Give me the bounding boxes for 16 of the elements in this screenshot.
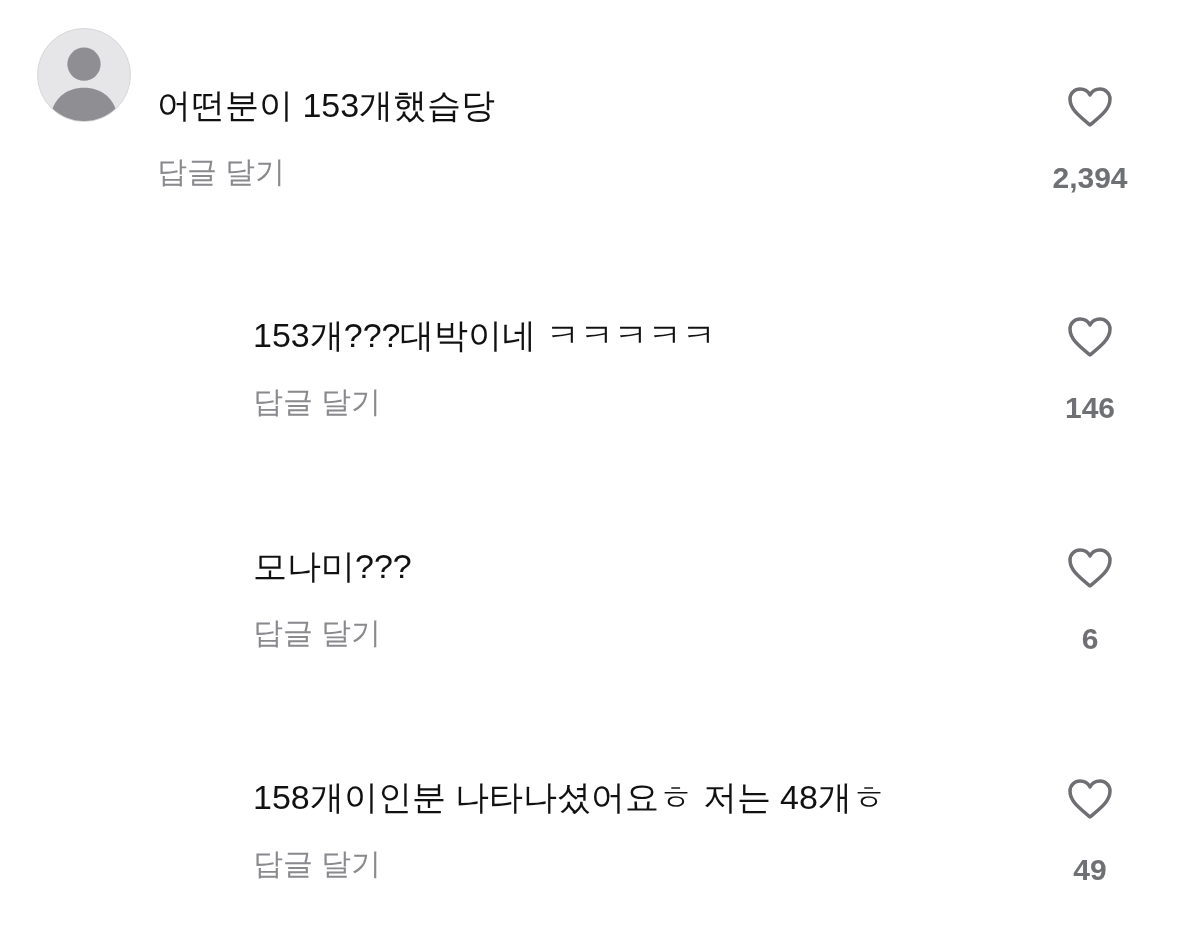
like-count: 6 <box>1081 621 1099 657</box>
like-count: 49 <box>1073 852 1107 888</box>
heart-icon[interactable] <box>1067 778 1113 820</box>
like-count: 146 <box>1064 390 1116 426</box>
comment-text: 모나미??? <box>253 546 412 587</box>
reply-link[interactable]: 답글 달기 <box>157 152 286 192</box>
comment-text: 153개???대박이네 ㅋㅋㅋㅋㅋ <box>253 315 716 356</box>
comment-text: 158개이인분 나타나셨어요ㅎ 저는 48개ㅎ <box>253 777 886 818</box>
comment-text: 어떤분이 153개했습당 <box>157 85 496 126</box>
reply-link[interactable]: 답글 달기 <box>253 382 382 422</box>
heart-icon[interactable] <box>1067 547 1113 589</box>
like-count: 2,394 <box>1052 160 1128 196</box>
reply-link[interactable]: 답글 달기 <box>253 613 382 653</box>
heart-icon[interactable] <box>1067 316 1113 358</box>
reply-link[interactable]: 답글 달기 <box>253 844 382 884</box>
heart-icon[interactable] <box>1067 86 1113 128</box>
